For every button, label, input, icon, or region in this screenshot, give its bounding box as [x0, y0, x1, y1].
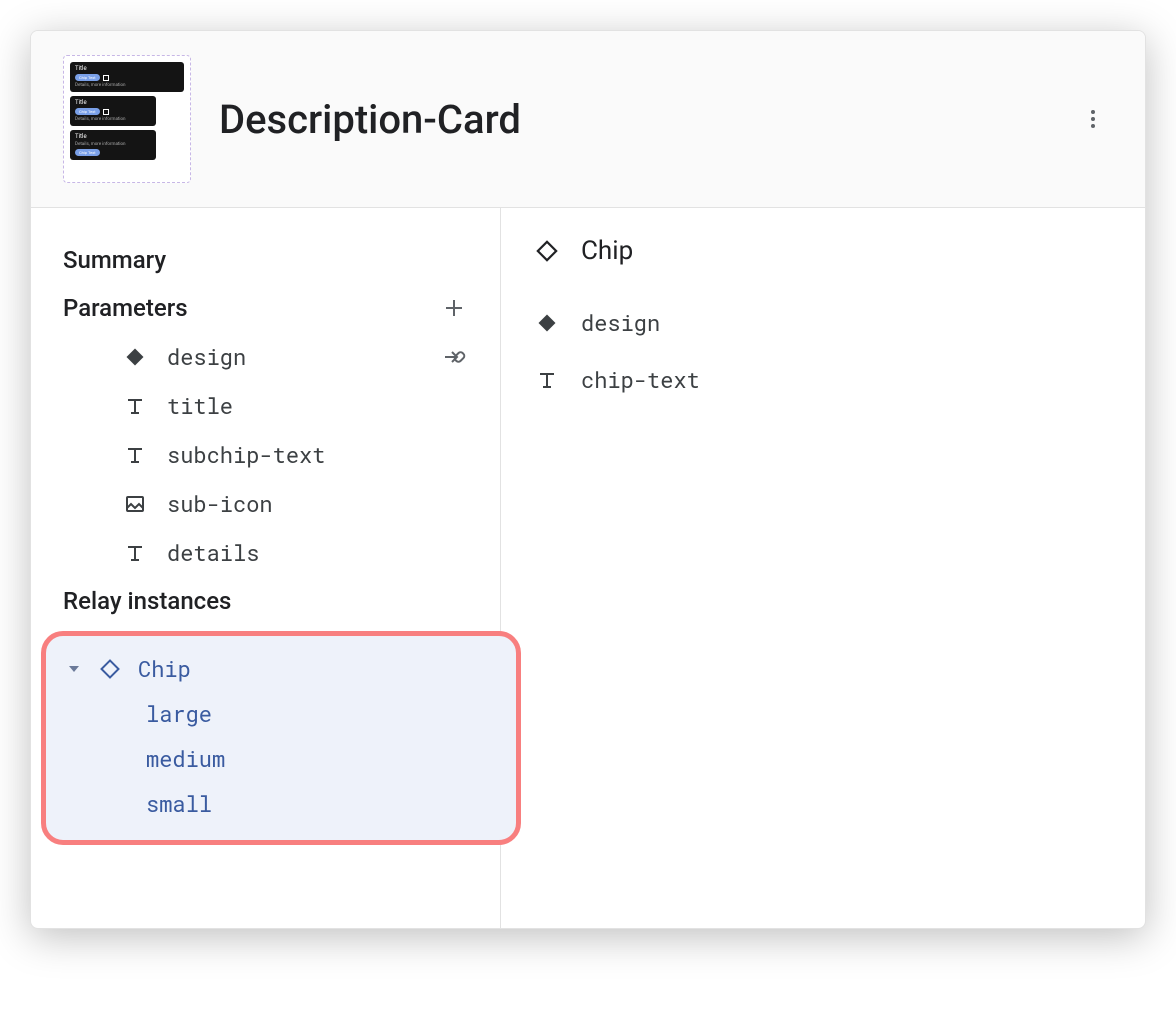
- parameter-details[interactable]: details: [31, 528, 500, 577]
- component-thumbnail: Title Chip Text Details, more informatio…: [63, 55, 191, 183]
- diamond-outline-icon: [533, 237, 561, 265]
- image-icon: [121, 490, 149, 518]
- parameter-label: subchip-text: [167, 440, 468, 469]
- detail-title: Chip: [533, 236, 1113, 266]
- add-parameter-button[interactable]: [440, 294, 468, 322]
- right-column: Chip design chip-text: [501, 208, 1145, 928]
- text-icon: [533, 366, 561, 394]
- panel-header: Title Chip Text Details, more informatio…: [31, 31, 1145, 208]
- relay-variant-label: small: [146, 789, 212, 818]
- diamond-solid-icon: [533, 309, 561, 337]
- relay-variant-label: large: [146, 699, 212, 728]
- relay-variant-medium[interactable]: medium: [46, 736, 516, 781]
- parameter-label: title: [167, 391, 468, 420]
- panel-body: Summary Parameters design: [31, 208, 1145, 928]
- parameter-label: details: [167, 538, 468, 567]
- parameter-label: design: [167, 342, 422, 371]
- more-options-button[interactable]: [1073, 99, 1113, 139]
- thumb-title: Title: [75, 66, 179, 72]
- parameter-design[interactable]: design: [31, 332, 500, 381]
- parameter-title[interactable]: title: [31, 381, 500, 430]
- parameter-label: sub-icon: [167, 489, 468, 518]
- relay-instance-highlight: Chip large medium small: [41, 631, 521, 845]
- component-panel: Title Chip Text Details, more informatio…: [30, 30, 1146, 929]
- relay-variant-large[interactable]: large: [46, 691, 516, 736]
- relay-instance-chip[interactable]: Chip: [46, 646, 516, 691]
- thumb-chip: Chip Text: [75, 74, 100, 81]
- detail-item-design[interactable]: design: [533, 294, 1113, 351]
- relay-variant-small[interactable]: small: [46, 781, 516, 826]
- diamond-solid-icon: [121, 343, 149, 371]
- detail-title-text: Chip: [581, 236, 633, 266]
- parameter-sub-icon[interactable]: sub-icon: [31, 479, 500, 528]
- parameter-subchip-text[interactable]: subchip-text: [31, 430, 500, 479]
- map-parameter-icon[interactable]: [440, 343, 468, 371]
- relay-variant-label: medium: [146, 744, 225, 773]
- chevron-down-icon[interactable]: [66, 663, 82, 675]
- component-title: Description-Card: [219, 96, 1045, 143]
- detail-item-label: design: [581, 308, 660, 337]
- summary-section[interactable]: Summary: [31, 236, 500, 284]
- relay-instance-name: Chip: [138, 654, 191, 683]
- text-icon: [121, 539, 149, 567]
- parameters-section: Parameters: [31, 284, 500, 332]
- relay-instances-section: Relay instances: [31, 577, 500, 625]
- detail-item-chip-text[interactable]: chip-text: [533, 351, 1113, 408]
- text-icon: [121, 392, 149, 420]
- text-icon: [121, 441, 149, 469]
- diamond-outline-icon: [96, 655, 124, 683]
- parameters-label: Parameters: [63, 294, 188, 322]
- thumb-details: Details, more information: [75, 83, 179, 88]
- left-column: Summary Parameters design: [31, 208, 501, 928]
- detail-item-label: chip-text: [581, 365, 700, 394]
